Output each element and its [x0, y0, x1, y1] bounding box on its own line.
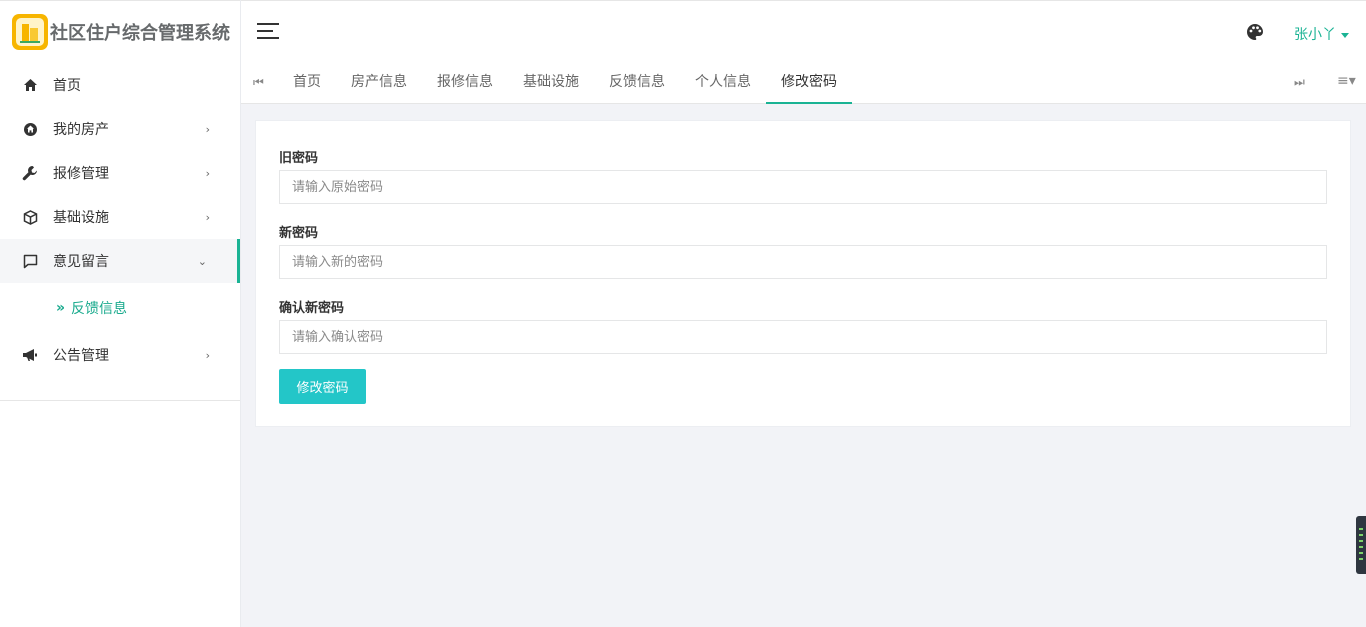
tab-facilities[interactable]: 基础设施	[508, 63, 594, 104]
tab-personal-info[interactable]: 个人信息	[680, 63, 766, 104]
tab-home[interactable]: 首页	[278, 63, 336, 104]
submenu-item-label: 反馈信息	[71, 301, 128, 317]
tab-repair-info[interactable]: 报修信息	[422, 63, 508, 104]
page-tabs-bar: ⏮ 首页 房产信息 报修信息 基础设施 反馈信息 个人信息 修改密码 ⏭ ≡▾	[241, 63, 1366, 104]
user-name: 张小丫	[1294, 27, 1336, 43]
tab-feedback-info[interactable]: 反馈信息	[594, 63, 680, 104]
wrench-icon	[22, 165, 38, 181]
sidebar-item-feedback[interactable]: 意见留言 ⌄	[0, 239, 240, 283]
new-password-label: 新密码	[279, 226, 319, 241]
sidebar-item-my-property[interactable]: 我的房产 ›	[0, 107, 240, 151]
user-dropdown[interactable]: 张小丫	[1294, 24, 1349, 44]
tab-change-password[interactable]: 修改密码	[766, 63, 852, 104]
caret-down-icon	[1341, 32, 1349, 38]
confirm-password-field[interactable]	[279, 320, 1327, 354]
sidebar-item-label: 我的房产	[53, 122, 109, 138]
change-password-form: 旧密码 新密码 确认新密码 修改密码	[255, 120, 1351, 427]
sidebar-item-label: 公告管理	[53, 348, 109, 364]
tab-scroll-left-icon[interactable]: ⏮	[253, 75, 264, 90]
logo[interactable]: 社区住户综合管理系统	[0, 0, 240, 63]
comment-icon	[22, 253, 38, 269]
house-icon	[22, 121, 38, 137]
double-chevron-icon: »	[56, 300, 66, 316]
chevron-right-icon: ›	[205, 348, 210, 362]
sidebar-item-home[interactable]: 首页	[0, 63, 240, 107]
cube-icon	[22, 209, 38, 225]
sidebar-menu: 首页 我的房产 › 报修管理 › 基础设施 › 意见留言 ⌄ » 反馈信息 公告…	[0, 63, 240, 377]
bullhorn-icon	[22, 347, 38, 363]
top-header: 张小丫	[241, 0, 1366, 63]
new-password-field[interactable]	[279, 245, 1327, 279]
sidebar-item-facilities[interactable]: 基础设施 ›	[0, 195, 240, 239]
old-password-field[interactable]	[279, 170, 1327, 204]
sidebar-item-repair[interactable]: 报修管理 ›	[0, 151, 240, 195]
sidebar-item-label: 意见留言	[53, 254, 109, 270]
chevron-down-icon: ⌄	[197, 254, 207, 268]
change-password-button[interactable]: 修改密码	[279, 369, 366, 404]
sidebar: 社区住户综合管理系统 首页 我的房产 › 报修管理 › 基础设施 › 意见留言 …	[0, 0, 241, 627]
chevron-right-icon: ›	[205, 210, 210, 224]
sidebar-divider	[0, 400, 240, 401]
sidebar-item-label: 报修管理	[53, 166, 109, 182]
confirm-password-label: 确认新密码	[279, 301, 345, 316]
palette-icon[interactable]	[1246, 23, 1264, 41]
tab-property-info[interactable]: 房产信息	[336, 63, 422, 104]
tab-list: 首页 房产信息 报修信息 基础设施 反馈信息 个人信息 修改密码	[278, 63, 852, 104]
chevron-right-icon: ›	[205, 166, 210, 180]
sidebar-item-label: 首页	[53, 78, 81, 94]
side-toolbar-widget[interactable]	[1356, 516, 1366, 574]
sidebar-item-label: 基础设施	[53, 210, 109, 226]
tab-options-menu-icon[interactable]: ≡▾	[1337, 73, 1356, 89]
tab-scroll-right-icon[interactable]: ⏭	[1294, 75, 1305, 90]
sidebar-item-announcements[interactable]: 公告管理 ›	[0, 333, 240, 377]
hamburger-menu-icon[interactable]	[257, 23, 279, 41]
app-title: 社区住户综合管理系统	[50, 23, 230, 44]
home-icon	[22, 77, 38, 93]
building-logo-icon	[12, 14, 48, 50]
submenu-item-feedback-info[interactable]: » 反馈信息	[0, 283, 240, 333]
chevron-right-icon: ›	[205, 122, 210, 136]
old-password-label: 旧密码	[279, 151, 319, 166]
